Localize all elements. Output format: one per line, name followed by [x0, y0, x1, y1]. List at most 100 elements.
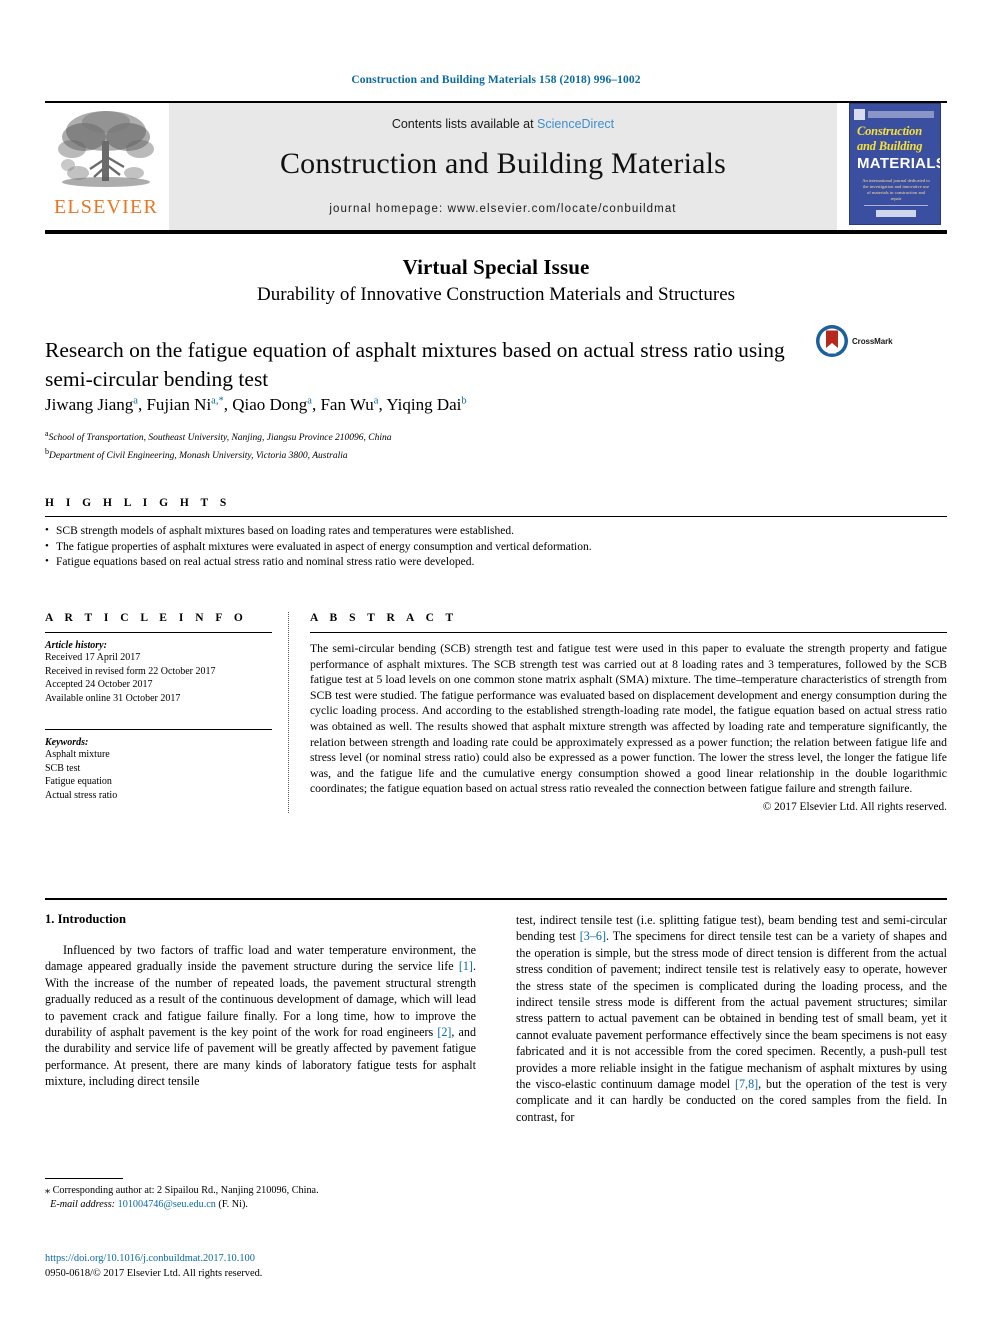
masthead-body: ELSEVIER Contents lists available at Sci…	[45, 103, 947, 230]
masthead-bottom-rule	[45, 230, 947, 234]
sciencedirect-link[interactable]: ScienceDirect	[537, 117, 614, 131]
author-list: Jiwang Jianga, Fujian Nia,*, Qiao Donga,…	[45, 395, 467, 414]
doi-link[interactable]: https://doi.org/10.1016/j.conbuildmat.20…	[45, 1252, 505, 1267]
journal-masthead: ELSEVIER Contents lists available at Sci…	[45, 101, 947, 234]
highlights-rule	[45, 516, 947, 517]
journal-banner: Contents lists available at ScienceDirec…	[169, 103, 837, 230]
crossmark-badge[interactable]: CrossMark	[815, 324, 921, 358]
highlights-section: H I G H L I G H T S SCB strength models …	[45, 497, 947, 571]
author-name: Yiqing Dai	[386, 395, 462, 414]
keywords-label: Keywords:	[45, 737, 89, 748]
author-item: Fan Wua	[320, 395, 378, 414]
intro-text-5: . The specimens for direct tensile test …	[516, 929, 947, 1092]
issn-copyright-line: 0950-0618/© 2017 Elsevier Ltd. All right…	[45, 1267, 263, 1279]
keywords-rule	[45, 729, 272, 730]
elsevier-wordmark: ELSEVIER	[53, 196, 159, 218]
keyword-item: Asphalt mixture	[45, 749, 110, 760]
body-column-left: 1. Introduction Influenced by two factor…	[45, 912, 476, 1125]
affiliation-list: aSchool of Transportation, Southeast Uni…	[45, 427, 947, 463]
author-name: Jiwang Jiang	[45, 395, 134, 414]
intro-paragraph-right: test, indirect tensile test (i.e. splitt…	[516, 912, 947, 1125]
crossmark-icon	[816, 325, 848, 357]
vsi-title: Virtual Special Issue	[402, 255, 590, 279]
virtual-special-issue-header: Virtual Special Issue Durability of Inno…	[45, 255, 947, 306]
journal-title: Construction and Building Materials	[279, 146, 727, 180]
cover-footer-rule	[864, 205, 928, 206]
author-item: Yiqing Daib	[386, 395, 466, 414]
author-affil-marker[interactable]: a	[307, 395, 312, 406]
abstract-text: The semi-circular bending (SCB) strength…	[310, 642, 947, 796]
cover-title-line-1: Construction	[857, 124, 922, 138]
cover-subtitle: An international journal dedicated to th…	[862, 178, 930, 201]
author-item: Jiwang Jianga	[45, 395, 138, 414]
affiliation-text: Department of Civil Engineering, Monash …	[49, 451, 348, 462]
contents-prefix: Contents lists available at	[391, 116, 538, 131]
citation-link-2[interactable]: [2]	[437, 1025, 451, 1039]
author-name: Fujian Ni	[146, 395, 212, 414]
citation-link-3[interactable]: [3–6]	[580, 929, 606, 943]
elsevier-logo: ELSEVIER	[45, 103, 167, 230]
section-heading-introduction: 1. Introduction	[45, 912, 126, 926]
cover-footer-mark	[876, 210, 916, 217]
corresponding-author-line: ⁎ Corresponding author at: 2 Sipailou Rd…	[45, 1185, 319, 1196]
abstract-heading: A B S T R A C T	[310, 612, 458, 624]
keyword-item: Actual stress ratio	[45, 789, 118, 801]
article-history-item: Received in revised form 22 October 2017	[45, 665, 216, 677]
journal-cover-thumbnail: Construction and Building MATERIALS An i…	[849, 103, 941, 225]
page-title: Research on the fatigue equation of asph…	[45, 338, 785, 392]
journal-article-page: Construction and Building Materials 158 …	[0, 0, 992, 1323]
highlight-item: SCB strength models of asphalt mixtures …	[45, 523, 947, 540]
vsi-subtitle: Durability of Innovative Construction Ma…	[256, 284, 736, 305]
body-top-rule	[45, 898, 947, 900]
running-head: Construction and Building Materials 158 …	[351, 74, 641, 86]
email-suffix: (F. Ni).	[218, 1199, 248, 1210]
highlights-heading: H I G H L I G H T S	[45, 497, 231, 509]
article-history-label: Article history:	[45, 640, 107, 651]
body-columns: 1. Introduction Influenced by two factor…	[45, 912, 947, 1125]
article-info-section: A R T I C L E I N F O Article history: R…	[45, 612, 288, 813]
affiliation-item: aSchool of Transportation, Southeast Uni…	[45, 427, 947, 445]
crossmark-label: CrossMark	[852, 336, 893, 346]
article-history-item: Accepted 24 October 2017	[45, 679, 153, 690]
citation-link-1[interactable]: [1]	[459, 959, 473, 973]
affiliation-text: School of Transportation, Southeast Univ…	[48, 433, 392, 444]
corresponding-author-footnote: ⁎ Corresponding author at: 2 Sipailou Rd…	[45, 1178, 476, 1212]
body-column-right: test, indirect tensile test (i.e. splitt…	[516, 912, 947, 1125]
email-link[interactable]: 101004746@seu.edu.cn	[118, 1199, 216, 1210]
abstract-section: A B S T R A C T The semi-circular bendin…	[310, 612, 947, 813]
keyword-item: SCB test	[45, 762, 81, 774]
author-name: Qiao Dong	[232, 395, 308, 414]
email-line: E-mail address: 101004746@seu.edu.cn (F.…	[45, 1198, 476, 1212]
author-item: Fujian Nia,*	[146, 395, 223, 414]
author-affil-marker[interactable]: a,*	[211, 395, 224, 406]
intro-text-1: Influenced by two factors of traffic loa…	[45, 943, 476, 974]
cover-title-line-3: MATERIALS	[857, 155, 941, 172]
article-info-heading: A R T I C L E I N F O	[45, 612, 248, 624]
citation-link-4[interactable]: [7,8]	[735, 1077, 758, 1091]
highlight-item: The fatigue properties of asphalt mixtur…	[45, 539, 947, 556]
author-affil-marker[interactable]: a	[374, 395, 379, 406]
cover-top-bar	[868, 111, 934, 118]
footnote-rule	[45, 1178, 123, 1179]
cover-elsevier-mark-icon	[854, 109, 865, 120]
elsevier-tree-icon	[58, 111, 154, 187]
article-history-item: Received 17 April 2017	[45, 652, 141, 663]
cover-title-line-2: and Building	[857, 139, 923, 153]
author-name: Fan Wu	[320, 395, 374, 414]
info-abstract-block: A R T I C L E I N F O Article history: R…	[45, 612, 947, 813]
keyword-item: Fatigue equation	[45, 776, 112, 787]
author-item: Qiao Donga	[232, 395, 312, 414]
abstract-copyright: © 2017 Elsevier Ltd. All rights reserved…	[762, 800, 947, 813]
article-info-rule	[45, 632, 272, 633]
journal-cover-block: Construction and Building MATERIALS An i…	[837, 103, 947, 230]
journal-homepage-link[interactable]: journal homepage: www.elsevier.com/locat…	[329, 203, 676, 215]
author-affil-marker[interactable]: b	[461, 395, 466, 406]
colophon: https://doi.org/10.1016/j.conbuildmat.20…	[45, 1252, 505, 1281]
email-label: E-mail address:	[50, 1199, 116, 1210]
intro-paragraph-left: Influenced by two factors of traffic loa…	[45, 942, 476, 1090]
highlight-item: Fatigue equations based on real actual s…	[45, 554, 947, 571]
article-history-item: Available online 31 October 2017	[45, 692, 181, 704]
affiliation-item: bDepartment of Civil Engineering, Monash…	[45, 445, 947, 463]
author-affil-marker[interactable]: a	[133, 395, 138, 406]
